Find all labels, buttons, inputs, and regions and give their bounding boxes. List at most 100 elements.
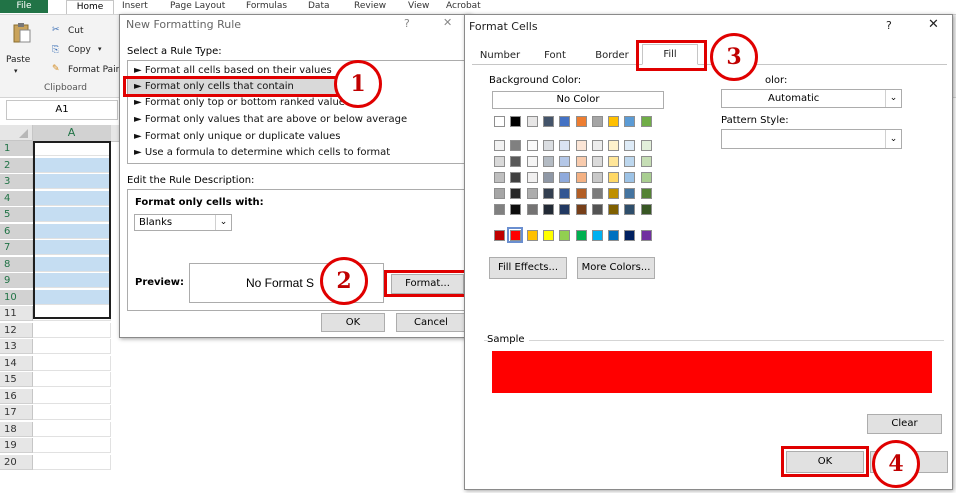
tab-data[interactable]: Data: [308, 0, 330, 13]
row-header[interactable]: 8: [0, 256, 33, 272]
theme-shade-swatch[interactable]: [510, 156, 522, 167]
row-header[interactable]: 7: [0, 240, 33, 255]
rule-type-item[interactable]: ► Format only unique or duplicate values: [134, 131, 341, 142]
row-header[interactable]: 9: [0, 273, 33, 288]
fill-effects-button[interactable]: Fill Effects...: [489, 257, 567, 279]
rule-type-item[interactable]: ► Use a formula to determine which cells…: [134, 147, 390, 158]
name-box[interactable]: A1: [6, 100, 118, 120]
row-header[interactable]: 3: [0, 174, 33, 189]
tab-number[interactable]: Number: [472, 48, 528, 64]
row-header[interactable]: 4: [0, 190, 33, 206]
format-cells-close-icon[interactable]: ✕: [928, 17, 939, 32]
tab-file[interactable]: File: [0, 0, 48, 13]
pattern-style-dropdown[interactable]: ⌄: [721, 129, 902, 149]
theme-shade-swatch[interactable]: [559, 140, 571, 151]
theme-shade-swatch[interactable]: [591, 204, 603, 215]
theme-shade-swatch[interactable]: [608, 188, 620, 199]
tab-insert[interactable]: Insert: [122, 0, 148, 13]
theme-shade-swatch[interactable]: [510, 204, 522, 215]
theme-shade-swatch[interactable]: [542, 188, 554, 199]
copy-label[interactable]: Copy: [68, 45, 91, 55]
row-header[interactable]: 13: [0, 339, 33, 354]
row-header[interactable]: 17: [0, 405, 33, 420]
cell-a[interactable]: [33, 454, 111, 470]
new-rule-ok-button[interactable]: OK: [321, 313, 385, 332]
row-header[interactable]: 12: [0, 322, 33, 338]
theme-shade-swatch[interactable]: [591, 156, 603, 167]
theme-shade-swatch[interactable]: [608, 172, 620, 183]
new-rule-cancel-button[interactable]: Cancel: [396, 313, 466, 332]
standard-color-swatch[interactable]: [640, 230, 652, 241]
theme-color-swatch[interactable]: [608, 116, 620, 127]
theme-shade-swatch[interactable]: [542, 156, 554, 167]
standard-color-swatch[interactable]: [542, 230, 554, 241]
pattern-color-dropdown[interactable]: Automatic ⌄: [721, 89, 902, 108]
format-painter-icon[interactable]: ✎: [52, 64, 60, 74]
theme-shade-swatch[interactable]: [526, 204, 538, 215]
paste-dropdown-icon[interactable]: ▾: [14, 67, 18, 75]
tab-review[interactable]: Review: [354, 0, 386, 13]
theme-shade-swatch[interactable]: [494, 204, 505, 215]
rule-type-item[interactable]: ► Format only top or bottom ranked value…: [134, 97, 350, 108]
paste-label[interactable]: Paste: [6, 55, 30, 65]
cell-a[interactable]: [33, 322, 111, 338]
tab-formulas[interactable]: Formulas: [246, 0, 287, 13]
theme-shade-swatch[interactable]: [494, 172, 505, 183]
theme-shade-swatch[interactable]: [591, 140, 603, 151]
theme-shade-swatch[interactable]: [608, 204, 620, 215]
theme-color-swatch[interactable]: [575, 116, 587, 127]
paste-icon[interactable]: [12, 22, 32, 44]
theme-shade-swatch[interactable]: [510, 172, 522, 183]
theme-color-swatch[interactable]: [640, 116, 652, 127]
theme-shade-swatch[interactable]: [575, 156, 587, 167]
theme-color-swatch[interactable]: [624, 116, 636, 127]
tab-font[interactable]: Font: [532, 48, 578, 64]
tab-acrobat[interactable]: Acrobat: [446, 0, 481, 13]
row-header[interactable]: 2: [0, 157, 33, 173]
cell-a[interactable]: [33, 339, 111, 354]
row-header[interactable]: 15: [0, 372, 33, 387]
cut-label[interactable]: Cut: [68, 26, 84, 36]
theme-shade-swatch[interactable]: [494, 156, 505, 167]
standard-color-swatch[interactable]: [559, 230, 571, 241]
theme-shade-swatch[interactable]: [575, 188, 587, 199]
row-header[interactable]: 1: [0, 141, 33, 156]
tab-view[interactable]: View: [408, 0, 429, 13]
standard-color-swatch[interactable]: [575, 230, 587, 241]
format-painter-label[interactable]: Format Pain: [68, 65, 121, 75]
theme-shade-swatch[interactable]: [591, 172, 603, 183]
theme-shade-swatch[interactable]: [640, 172, 652, 183]
theme-shade-swatch[interactable]: [542, 172, 554, 183]
theme-shade-swatch[interactable]: [559, 156, 571, 167]
row-header[interactable]: 11: [0, 306, 33, 321]
theme-shade-swatch[interactable]: [494, 188, 505, 199]
standard-color-swatch[interactable]: [526, 230, 538, 241]
theme-color-swatch[interactable]: [591, 116, 603, 127]
cell-a[interactable]: [33, 355, 111, 371]
cut-icon[interactable]: ✂: [52, 25, 60, 35]
rule-type-item[interactable]: ► Format all cells based on their values: [134, 65, 332, 76]
row-header[interactable]: 10: [0, 289, 33, 305]
theme-shade-swatch[interactable]: [494, 140, 505, 151]
theme-shade-swatch[interactable]: [624, 204, 636, 215]
theme-shade-swatch[interactable]: [640, 140, 652, 151]
row-header[interactable]: 14: [0, 355, 33, 371]
select-all-corner[interactable]: [0, 125, 33, 141]
standard-color-swatch[interactable]: [494, 230, 505, 241]
theme-shade-swatch[interactable]: [640, 204, 652, 215]
theme-color-swatch[interactable]: [510, 116, 522, 127]
cell-a[interactable]: [33, 388, 111, 404]
standard-color-swatch[interactable]: [624, 230, 636, 241]
copy-icon[interactable]: ⎘: [52, 45, 59, 55]
row-header[interactable]: 6: [0, 223, 33, 239]
theme-shade-swatch[interactable]: [526, 156, 538, 167]
theme-shade-swatch[interactable]: [624, 156, 636, 167]
row-header[interactable]: 19: [0, 438, 33, 453]
theme-shade-swatch[interactable]: [526, 188, 538, 199]
row-header[interactable]: 18: [0, 421, 33, 437]
standard-color-swatch[interactable]: [591, 230, 603, 241]
theme-shade-swatch[interactable]: [559, 188, 571, 199]
tab-border[interactable]: Border: [584, 48, 640, 64]
row-header[interactable]: 20: [0, 454, 33, 470]
copy-dropdown-icon[interactable]: ▾: [98, 45, 102, 53]
